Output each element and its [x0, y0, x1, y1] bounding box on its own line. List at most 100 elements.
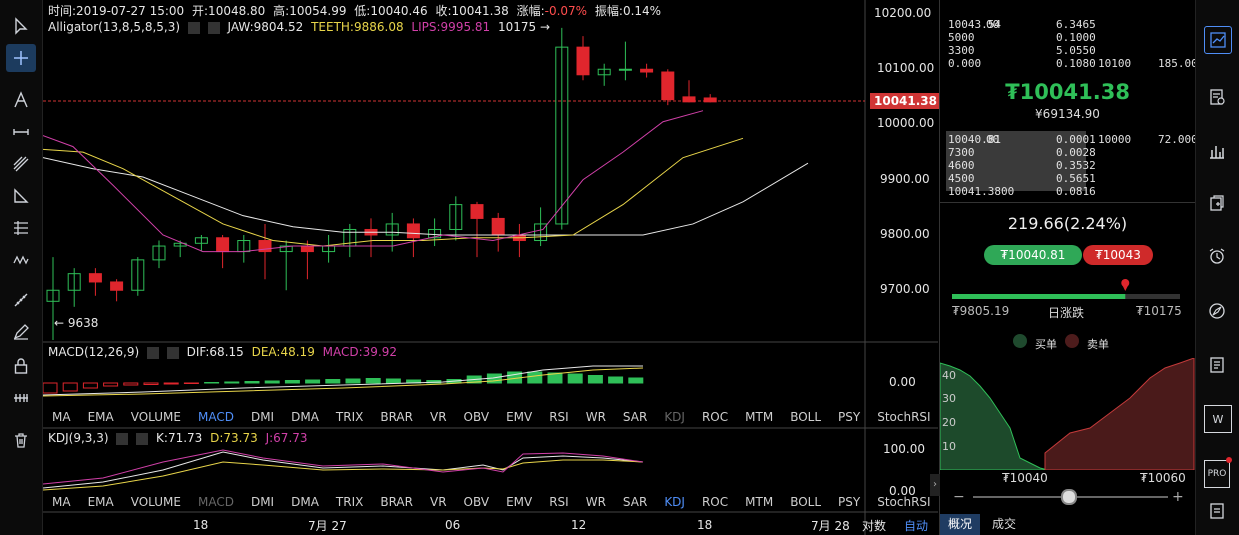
price-tick: 9800.00	[880, 227, 930, 241]
tab-stochrsi[interactable]: StochRSI	[868, 495, 938, 513]
ask-row[interactable]: 0.000 0.1080 10100 185.00	[948, 57, 1198, 70]
tab-vr[interactable]: VR	[421, 410, 455, 428]
trash-icon[interactable]	[6, 426, 36, 454]
triangle-icon[interactable]	[6, 182, 36, 210]
horizontal-line-icon[interactable]	[6, 118, 36, 146]
tab-macd[interactable]: MACD	[189, 495, 242, 513]
log-scale-toggle[interactable]: 对数	[862, 517, 886, 534]
pro-icon[interactable]: PRO	[1204, 460, 1230, 488]
ruler-icon[interactable]	[6, 286, 36, 314]
tab-ma[interactable]: MA	[43, 495, 79, 513]
tab-obv[interactable]: OBV	[455, 410, 498, 428]
news-icon[interactable]	[1204, 352, 1230, 378]
bid-row[interactable]: 4500 0.5651	[948, 172, 1188, 185]
candle-body	[300, 245, 314, 253]
tab-emv[interactable]: EMV	[497, 495, 540, 513]
tab-mtm[interactable]: MTM	[736, 410, 781, 428]
crosshair-icon[interactable]	[6, 44, 36, 72]
window-icon[interactable]: W	[1204, 405, 1232, 433]
tab-dmi[interactable]: DMI	[242, 410, 282, 428]
zoom-out-button[interactable]: −	[953, 489, 965, 505]
close-icon[interactable]	[136, 432, 149, 445]
ask-row[interactable]: 10043.54 00 6.3465	[948, 18, 1188, 31]
tab-roc[interactable]: ROC	[693, 495, 736, 513]
tab-wr[interactable]: WR	[577, 410, 614, 428]
tab-kdj[interactable]: KDJ	[655, 410, 693, 428]
compass-icon[interactable]	[1204, 298, 1230, 324]
tab-sar[interactable]: SAR	[614, 495, 655, 513]
tab-psy[interactable]: PSY	[829, 410, 868, 428]
ask-row[interactable]: 3300 5.0550	[948, 44, 1188, 57]
tab-obv[interactable]: OBV	[455, 495, 498, 513]
trend-lines-icon[interactable]	[6, 150, 36, 178]
tab-dmi[interactable]: DMI	[242, 495, 282, 513]
zoom-slider-thumb[interactable]	[1061, 489, 1077, 505]
tab-macd[interactable]: MACD	[189, 410, 242, 428]
kdj-lines-group	[43, 449, 644, 491]
buy-price-button[interactable]: ₮10040.81	[984, 245, 1082, 265]
alarm-icon[interactable]	[1204, 243, 1230, 269]
settings-icon[interactable]	[116, 432, 129, 445]
tab-trades[interactable]: 成交	[992, 514, 1016, 535]
note-icon[interactable]	[1204, 498, 1230, 524]
tab-boll[interactable]: BOLL	[781, 495, 829, 513]
tab-trix[interactable]: TRIX	[327, 495, 371, 513]
tab-volume[interactable]: VOLUME	[122, 495, 189, 513]
candlestick-chart[interactable]	[43, 0, 938, 535]
tab-rsi[interactable]: RSI	[540, 410, 577, 428]
candle-body	[576, 46, 590, 76]
tab-sar[interactable]: SAR	[614, 410, 655, 428]
auto-scale-toggle[interactable]: 自动	[904, 517, 928, 534]
ask-row[interactable]: 5000 0.1000	[948, 31, 1188, 44]
tab-ema[interactable]: EMA	[79, 410, 122, 428]
chart-icon[interactable]	[1204, 26, 1232, 54]
candle-body	[491, 217, 505, 236]
zoom-in-button[interactable]: +	[1172, 489, 1184, 505]
tab-brar[interactable]: BRAR	[371, 495, 421, 513]
current-price-tag: 10041.38	[870, 93, 942, 109]
tab-trix[interactable]: TRIX	[327, 410, 371, 428]
magnet-grid-icon[interactable]	[6, 384, 36, 412]
settings-icon[interactable]	[146, 346, 159, 359]
tab-psy[interactable]: PSY	[829, 495, 868, 513]
sell-price-button[interactable]: ₮10043	[1083, 245, 1153, 265]
fib-lines-icon[interactable]	[6, 214, 36, 242]
tab-rsi[interactable]: RSI	[540, 495, 577, 513]
candles-group	[46, 27, 717, 340]
bid-row[interactable]: 10040.81 00 0.0001 10000 72.000	[948, 133, 1198, 146]
depth-chart[interactable]	[940, 358, 1195, 470]
bid-row[interactable]: 10041.3800 0.0816	[948, 185, 1188, 198]
macd-bar	[385, 378, 401, 384]
bid-row[interactable]: 4600 0.3532	[948, 159, 1188, 172]
cursor-arrow-icon[interactable]	[6, 12, 36, 40]
price-tick: 10000.00	[877, 116, 935, 130]
tab-stochrsi[interactable]: StochRSI	[868, 410, 938, 428]
lock-icon[interactable]	[6, 352, 36, 380]
tab-mtm[interactable]: MTM	[736, 495, 781, 513]
tab-dma[interactable]: DMA	[282, 410, 327, 428]
macd-bar	[305, 379, 321, 384]
tab-ema[interactable]: EMA	[79, 495, 122, 513]
order-icon[interactable]	[1204, 84, 1230, 110]
tab-ma[interactable]: MA	[43, 410, 79, 428]
kdj-legend: KDJ(9,3,3) K:71.73 D:73.73 J:67.73	[48, 431, 312, 445]
tab-dma[interactable]: DMA	[282, 495, 327, 513]
bars-icon[interactable]	[1204, 138, 1230, 164]
tab-emv[interactable]: EMV	[497, 410, 540, 428]
close-icon[interactable]	[166, 346, 179, 359]
tab-vr[interactable]: VR	[421, 495, 455, 513]
tab-boll[interactable]: BOLL	[781, 410, 829, 428]
text-tool-icon[interactable]	[6, 86, 36, 114]
bid-row[interactable]: 7300 0.0028	[948, 146, 1188, 159]
pen-icon[interactable]	[6, 318, 36, 346]
tab-brar[interactable]: BRAR	[371, 410, 421, 428]
tab-wr[interactable]: WR	[577, 495, 614, 513]
copy-add-icon[interactable]	[1204, 190, 1230, 216]
tab-volume[interactable]: VOLUME	[122, 410, 189, 428]
candle-body	[682, 96, 696, 103]
tab-roc[interactable]: ROC	[693, 410, 736, 428]
wave-icon[interactable]	[6, 246, 36, 274]
collapse-icon[interactable]: ›	[930, 474, 940, 496]
tab-kdj[interactable]: KDJ	[655, 495, 693, 513]
tab-overview[interactable]: 概况	[940, 514, 980, 535]
